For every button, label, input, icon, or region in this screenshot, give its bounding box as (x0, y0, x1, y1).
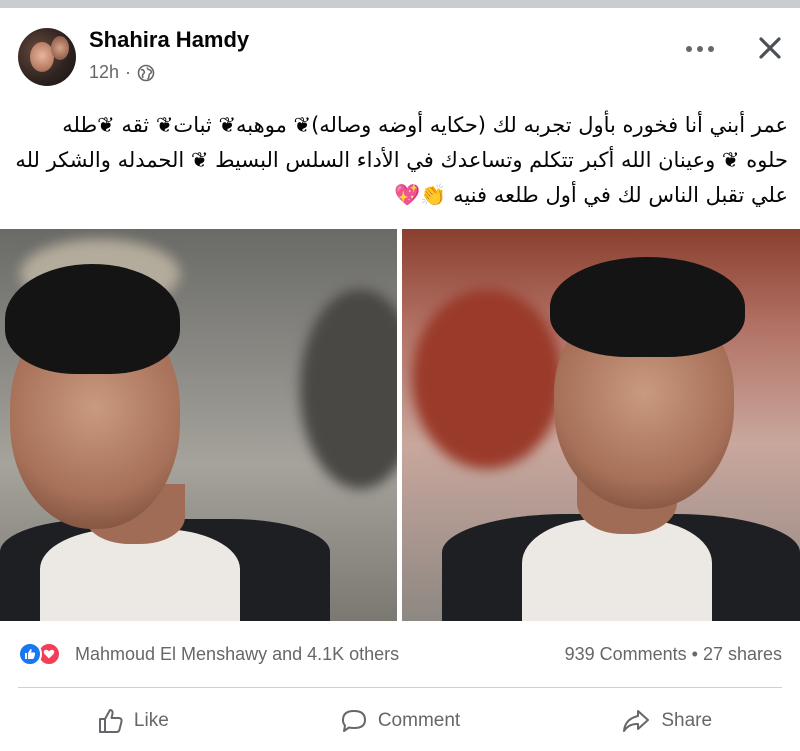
share-icon (623, 709, 650, 732)
like-label: Like (133, 709, 169, 731)
top-edge-bar (0, 0, 800, 8)
hair (5, 264, 180, 374)
photo-background-blur (412, 289, 562, 469)
comment-button[interactable]: Comment (267, 690, 534, 751)
engagement-stats: Mahmoud El Menshawy and 4.1K others 939 … (0, 630, 800, 678)
post-photo-right[interactable] (402, 229, 800, 621)
more-horizontal-icon (686, 46, 714, 52)
post-meta: 12h · (89, 62, 155, 83)
post-photo-left[interactable] (0, 229, 397, 621)
post-text-line: حلوه ❦ وعينان الله أكبر تتكلم وتساعدك في… (15, 148, 788, 172)
author-avatar[interactable] (18, 28, 76, 86)
photo-background-blur (300, 289, 397, 489)
divider (18, 687, 782, 688)
post-time[interactable]: 12h (89, 62, 119, 83)
tshirt (522, 519, 712, 621)
post-actions: Like Comment Share (0, 690, 800, 751)
like-button[interactable]: Like (0, 690, 267, 751)
comment-icon (341, 709, 366, 732)
globe-icon (137, 64, 155, 82)
post-text: عمر أبني أنا فخوره بأول تجربه لك (حكايه … (15, 108, 788, 213)
close-icon (759, 37, 781, 59)
meta-separator: · (125, 62, 132, 82)
comment-label: Comment (377, 709, 461, 731)
reaction-summary[interactable]: Mahmoud El Menshawy and 4.1K others (75, 644, 399, 665)
more-options-button[interactable] (680, 34, 720, 64)
author-name[interactable]: Shahira Hamdy (89, 27, 249, 53)
post-header: Shahira Hamdy 12h · (0, 8, 800, 98)
comments-shares-count[interactable]: 939 Comments • 27 shares (565, 644, 782, 665)
like-icon (18, 642, 42, 666)
post-photos (0, 229, 800, 621)
close-button[interactable] (748, 28, 792, 68)
post-text-line: عمر أبني أنا فخوره بأول تجربه لك (حكايه … (62, 113, 788, 137)
thumbs-up-icon (98, 708, 123, 733)
share-label: Share (661, 709, 713, 731)
post-text-line: علي تقبل الناس لك في أول طلعه فنيه 👏💖 (394, 183, 788, 207)
hair (550, 257, 745, 357)
avatar-face (51, 36, 69, 60)
share-button[interactable]: Share (533, 690, 800, 751)
reaction-icons[interactable] (18, 642, 61, 666)
